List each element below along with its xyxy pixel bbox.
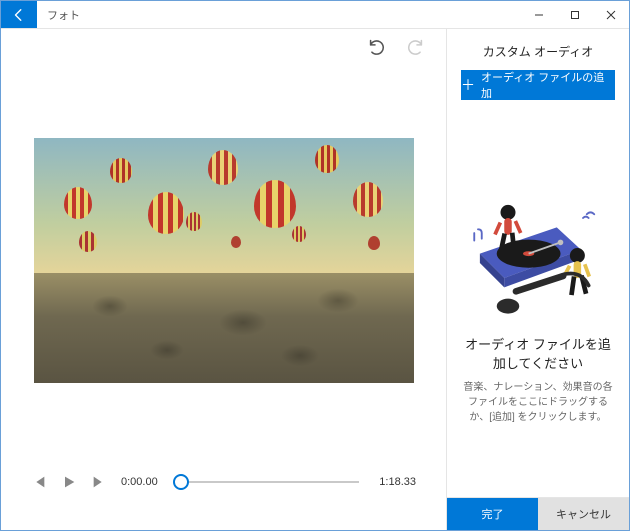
custom-audio-panel: カスタム オーディオ ＋ オーディオ ファイルの追加 bbox=[447, 29, 629, 530]
next-frame-button[interactable] bbox=[91, 474, 107, 490]
app-title: フォト bbox=[37, 1, 90, 28]
minimize-button[interactable] bbox=[521, 1, 557, 28]
empty-description: 音楽、ナレーション、効果音の各ファイルをここにドラッグするか、[追加] をクリッ… bbox=[461, 380, 615, 425]
done-button[interactable]: 完了 bbox=[447, 498, 538, 530]
skip-next-icon bbox=[91, 474, 107, 490]
video-preview[interactable] bbox=[34, 138, 414, 383]
edit-toolbar bbox=[1, 29, 446, 63]
preview-area bbox=[1, 63, 446, 458]
minimize-icon bbox=[534, 10, 544, 20]
panel-footer: 完了 キャンセル bbox=[447, 497, 629, 530]
main-panel: 0:00.00 1:18.33 bbox=[1, 29, 447, 530]
maximize-button[interactable] bbox=[557, 1, 593, 28]
add-audio-file-button[interactable]: ＋ オーディオ ファイルの追加 bbox=[461, 70, 615, 100]
play-icon bbox=[61, 474, 77, 490]
photos-custom-audio-window: フォト bbox=[0, 0, 630, 531]
undo-icon bbox=[364, 35, 386, 57]
player-controls: 0:00.00 1:18.33 bbox=[1, 458, 446, 530]
timeline-slider[interactable] bbox=[178, 468, 360, 496]
empty-state: オーディオ ファイルを追加してください 音楽、ナレーション、効果音の各ファイルを… bbox=[447, 100, 629, 497]
content: 0:00.00 1:18.33 カスタム オーディオ ＋ オーディオ ファイルの… bbox=[1, 29, 629, 530]
current-time: 0:00.00 bbox=[121, 476, 158, 488]
timeline-thumb[interactable] bbox=[173, 474, 189, 490]
redo-icon bbox=[406, 35, 428, 57]
skip-prev-icon bbox=[31, 474, 47, 490]
audio-illustration-icon bbox=[463, 173, 613, 323]
panel-title: カスタム オーディオ bbox=[447, 29, 629, 70]
prev-frame-button[interactable] bbox=[31, 474, 47, 490]
cancel-button[interactable]: キャンセル bbox=[538, 498, 629, 530]
close-icon bbox=[606, 10, 616, 20]
maximize-icon bbox=[570, 10, 580, 20]
total-time: 1:18.33 bbox=[379, 476, 416, 488]
undo-button[interactable] bbox=[364, 35, 386, 57]
play-button[interactable] bbox=[61, 474, 77, 490]
redo-button[interactable] bbox=[406, 35, 428, 57]
close-button[interactable] bbox=[593, 1, 629, 28]
titlebar: フォト bbox=[1, 1, 629, 29]
arrow-left-icon bbox=[12, 8, 26, 22]
back-button[interactable] bbox=[1, 1, 37, 28]
empty-title: オーディオ ファイルを追加してください bbox=[461, 335, 615, 374]
add-audio-label: オーディオ ファイルの追加 bbox=[481, 69, 615, 101]
plus-icon: ＋ bbox=[461, 78, 475, 92]
